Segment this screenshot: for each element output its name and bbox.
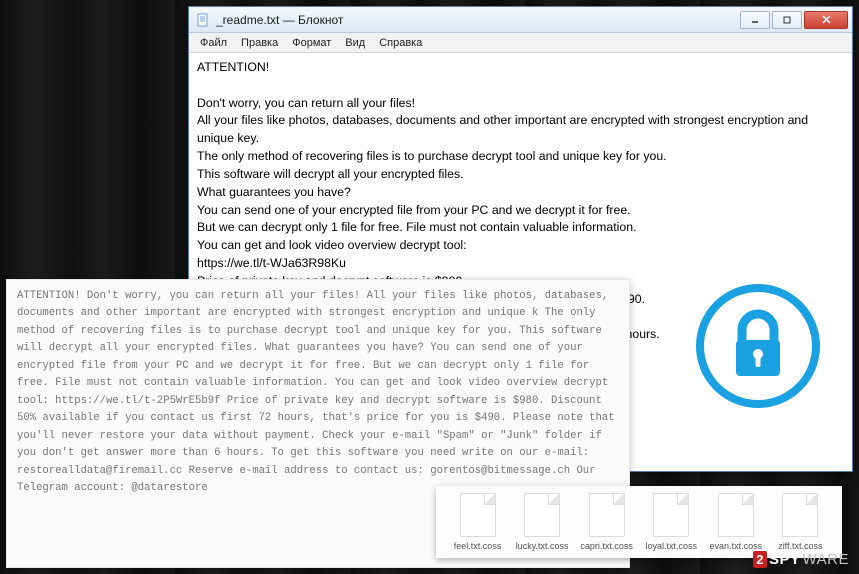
notepad-menubar: Файл Правка Формат Вид Справка xyxy=(189,33,852,53)
encrypted-files-list: feel.txt.coss lucky.txt.coss capri.txt.c… xyxy=(436,486,842,558)
minimize-button[interactable] xyxy=(740,11,770,29)
lock-icon xyxy=(694,282,822,410)
file-icon xyxy=(589,493,625,537)
watermark-ware: WARE xyxy=(803,551,849,568)
file-icon xyxy=(653,493,689,537)
file-icon xyxy=(782,493,818,537)
close-button[interactable] xyxy=(804,11,848,29)
file-label: capri.txt.coss xyxy=(580,541,633,551)
file-label: loyal.txt.coss xyxy=(645,541,697,551)
file-icon xyxy=(524,493,560,537)
menu-view[interactable]: Вид xyxy=(338,35,372,51)
notepad-titlebar[interactable]: _readme.txt — Блокнот xyxy=(189,7,852,33)
menu-file[interactable]: Файл xyxy=(193,35,234,51)
file-item[interactable]: evan.txt.coss xyxy=(707,493,765,551)
file-item[interactable]: ziff.txt.coss xyxy=(771,493,829,551)
menu-edit[interactable]: Правка xyxy=(234,35,285,51)
file-label: evan.txt.coss xyxy=(710,541,763,551)
file-item[interactable]: lucky.txt.coss xyxy=(513,493,571,551)
file-item[interactable]: loyal.txt.coss xyxy=(642,493,700,551)
file-icon xyxy=(718,493,754,537)
window-controls xyxy=(738,11,848,29)
file-item[interactable]: capri.txt.coss xyxy=(578,493,636,551)
menu-help[interactable]: Справка xyxy=(372,35,429,51)
menu-format[interactable]: Формат xyxy=(285,35,338,51)
file-item[interactable]: feel.txt.coss xyxy=(449,493,507,551)
file-label: ziff.txt.coss xyxy=(778,541,822,551)
notepad-title: _readme.txt — Блокнот xyxy=(216,13,738,27)
file-icon xyxy=(460,493,496,537)
file-label: lucky.txt.coss xyxy=(516,541,569,551)
watermark-logo: 2 SPYWARE xyxy=(753,551,849,568)
notepad-app-icon xyxy=(195,12,211,28)
watermark-two: 2 xyxy=(753,551,767,568)
maximize-button[interactable] xyxy=(772,11,802,29)
watermark-spy: SPY xyxy=(769,551,801,568)
file-label: feel.txt.coss xyxy=(454,541,502,551)
